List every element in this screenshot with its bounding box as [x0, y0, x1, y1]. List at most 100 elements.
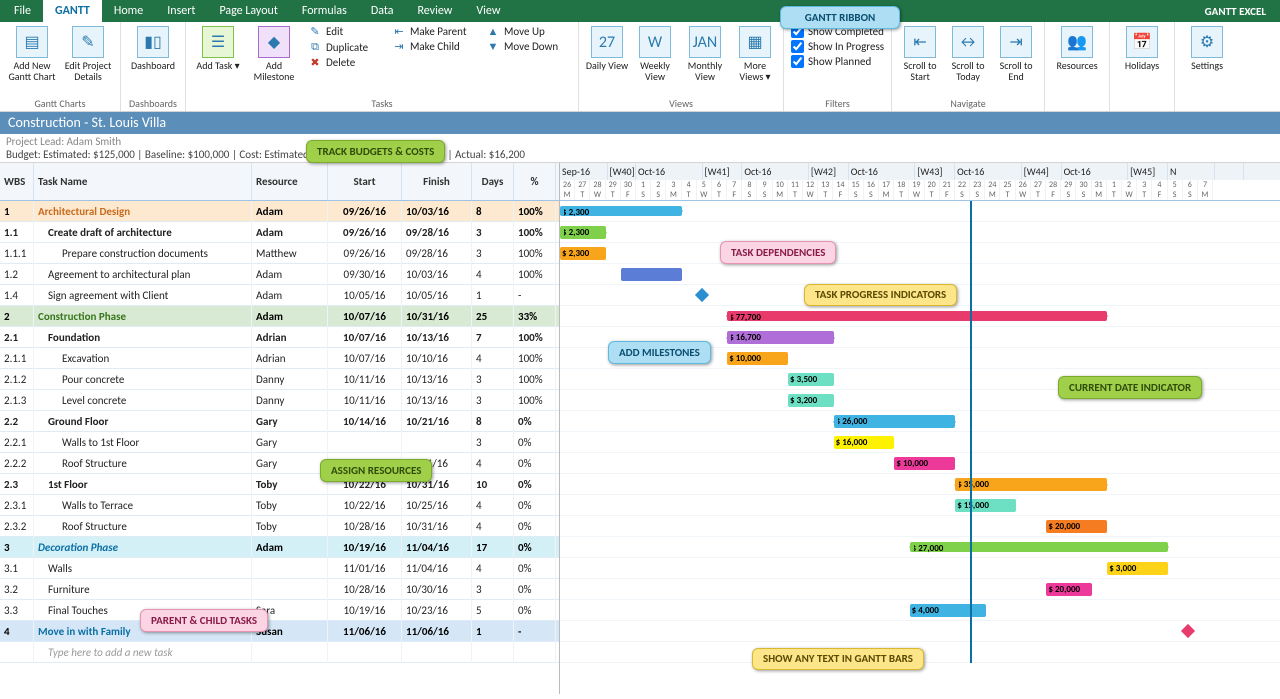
checkbox-icon[interactable] — [791, 40, 804, 53]
cell-taskname[interactable]: Ground Floor — [34, 411, 252, 432]
cell-resource[interactable]: Gary — [252, 411, 328, 432]
cell-start[interactable]: 10/19/16 — [328, 600, 402, 621]
cell-pct[interactable]: 100% — [514, 369, 556, 390]
show-planned-check[interactable]: Show Planned — [790, 54, 885, 69]
col-days[interactable]: Days — [472, 163, 514, 200]
cell-start[interactable]: 10/28/16 — [328, 579, 402, 600]
gantt-bar[interactable]: $ 2,300 — [560, 247, 606, 260]
cell-taskname[interactable]: Roof Structure — [34, 453, 252, 474]
task-row[interactable]: 4Move in with FamilySusan11/06/1611/06/1… — [0, 621, 559, 642]
more-views-button[interactable]: ▦More Views ▾ — [733, 24, 777, 82]
cell-pct[interactable]: 100% — [514, 327, 556, 348]
cell-resource[interactable]: Matthew — [252, 243, 328, 264]
cell-days[interactable]: 8 — [472, 201, 514, 222]
cell-start[interactable]: 10/11/16 — [328, 390, 402, 411]
gantt-bar[interactable]: $ 20,000 — [1046, 583, 1092, 596]
add-task-button[interactable]: ☰Add Task ▾ — [192, 24, 244, 71]
cell-finish[interactable]: 10/31/16 — [402, 306, 472, 327]
cell-pct[interactable]: 33% — [514, 306, 556, 327]
cell-days[interactable]: 1 — [472, 285, 514, 306]
cell-days[interactable]: 3 — [472, 432, 514, 453]
task-row[interactable]: 2.2Ground FloorGary10/14/1610/21/1680% — [0, 411, 559, 432]
dashboard-button[interactable]: ▮▯Dashboard — [127, 24, 179, 71]
cell-finish[interactable]: 09/28/16 — [402, 243, 472, 264]
cell-finish[interactable]: 10/31/16 — [402, 516, 472, 537]
add-milestone-button[interactable]: ◆Add Milestone — [248, 24, 300, 82]
cell-taskname[interactable]: Level concrete — [34, 390, 252, 411]
cell-start[interactable]: 10/05/16 — [328, 285, 402, 306]
cell-resource[interactable]: Adam — [252, 306, 328, 327]
cell-pct[interactable]: 100% — [514, 264, 556, 285]
cell-finish[interactable]: 11/04/16 — [402, 558, 472, 579]
cell-days[interactable]: 7 — [472, 327, 514, 348]
cell-pct[interactable]: 0% — [514, 516, 556, 537]
cell-start[interactable]: 10/28/16 — [328, 516, 402, 537]
cell-start[interactable]: 09/26/16 — [328, 222, 402, 243]
cell-taskname[interactable]: Roof Structure — [34, 516, 252, 537]
menu-formulas[interactable]: Formulas — [290, 0, 359, 22]
cell-finish[interactable]: 10/30/16 — [402, 579, 472, 600]
task-row[interactable]: 3Decoration PhaseAdam10/19/1611/04/16170… — [0, 537, 559, 558]
cell-finish[interactable]: 10/23/16 — [402, 600, 472, 621]
cell-pct[interactable]: 100% — [514, 348, 556, 369]
task-row[interactable]: 1.1Create draft of architectureAdam09/26… — [0, 222, 559, 243]
menu-gantt[interactable]: GANTT — [43, 0, 102, 22]
cell-taskname[interactable]: Architectural Design — [34, 201, 252, 222]
cell-finish[interactable]: 10/03/16 — [402, 201, 472, 222]
cell-finish[interactable] — [402, 642, 472, 663]
cell-resource[interactable]: Danny — [252, 390, 328, 411]
task-row[interactable]: 2.1FoundationAdrian10/07/1610/13/167100% — [0, 327, 559, 348]
col-resource[interactable]: Resource — [252, 163, 328, 200]
menu-pagelayout[interactable]: Page Layout — [207, 0, 289, 22]
cell-taskname[interactable]: Foundation — [34, 327, 252, 348]
cell-finish[interactable]: 10/13/16 — [402, 369, 472, 390]
resources-button[interactable]: 👥Resources — [1051, 24, 1103, 71]
cell-finish[interactable]: 11/04/16 — [402, 537, 472, 558]
add-new-gantt-button[interactable]: ▤Add New Gantt Chart — [6, 24, 58, 82]
make-parent-button[interactable]: ⇤Make Parent — [388, 24, 478, 39]
cell-start[interactable]: 09/26/16 — [328, 201, 402, 222]
cell-resource[interactable]: Gary — [252, 432, 328, 453]
task-row[interactable]: 2.3.2Roof StructureToby10/28/1610/31/164… — [0, 516, 559, 537]
col-pct[interactable]: % — [514, 163, 556, 200]
cell-days[interactable]: 4 — [472, 348, 514, 369]
gantt-bar[interactable]: $ 16,700 — [727, 331, 833, 344]
cell-start[interactable]: 10/14/16 — [328, 411, 402, 432]
milestone-diamond[interactable] — [695, 288, 709, 302]
cell-start[interactable]: 10/07/16 — [328, 348, 402, 369]
cell-finish[interactable]: 10/13/16 — [402, 327, 472, 348]
gantt-bar[interactable] — [621, 268, 682, 281]
cell-start[interactable]: 09/26/16 — [328, 243, 402, 264]
cell-days[interactable]: 4 — [472, 516, 514, 537]
gantt-bar[interactable]: $ 3,000 — [1107, 562, 1168, 575]
cell-start[interactable]: 11/06/16 — [328, 621, 402, 642]
cell-resource[interactable]: Adrian — [252, 348, 328, 369]
col-task[interactable]: Task Name — [34, 163, 252, 200]
cell-resource[interactable]: Adam — [252, 201, 328, 222]
gantt-bar[interactable]: $ 26,000 — [834, 415, 956, 428]
gantt-bar[interactable]: $ 4,000 — [910, 604, 986, 617]
task-row[interactable]: 2Construction PhaseAdam10/07/1610/31/162… — [0, 306, 559, 327]
task-row[interactable]: 2.2.2Roof StructureGary10/18/1610/21/164… — [0, 453, 559, 474]
col-start[interactable]: Start — [328, 163, 402, 200]
cell-days[interactable]: 3 — [472, 390, 514, 411]
cell-start[interactable] — [328, 642, 402, 663]
task-row[interactable]: 1.4Sign agreement with ClientAdam10/05/1… — [0, 285, 559, 306]
cell-start[interactable]: 10/22/16 — [328, 495, 402, 516]
col-wbs[interactable]: WBS — [0, 163, 34, 200]
cell-resource[interactable] — [252, 642, 328, 663]
cell-resource[interactable]: Adam — [252, 264, 328, 285]
cell-days[interactable]: 10 — [472, 474, 514, 495]
cell-finish[interactable]: 10/03/16 — [402, 264, 472, 285]
cell-start[interactable]: 10/07/16 — [328, 306, 402, 327]
gantt-bar[interactable]: $ 3,500 — [788, 373, 834, 386]
cell-pct[interactable]: 100% — [514, 390, 556, 411]
task-row[interactable]: 2.1.1ExcavationAdrian10/07/1610/10/16410… — [0, 348, 559, 369]
task-row[interactable]: 2.31st FloorToby10/22/1610/31/16100% — [0, 474, 559, 495]
menu-file[interactable]: File — [2, 0, 43, 22]
task-row[interactable]: Type here to add a new task — [0, 642, 559, 663]
cell-pct[interactable]: 0% — [514, 537, 556, 558]
cell-start[interactable]: 10/11/16 — [328, 369, 402, 390]
task-row[interactable]: 2.3.1Walls to TerraceToby10/22/1610/25/1… — [0, 495, 559, 516]
settings-button[interactable]: ⚙Settings — [1181, 24, 1233, 71]
